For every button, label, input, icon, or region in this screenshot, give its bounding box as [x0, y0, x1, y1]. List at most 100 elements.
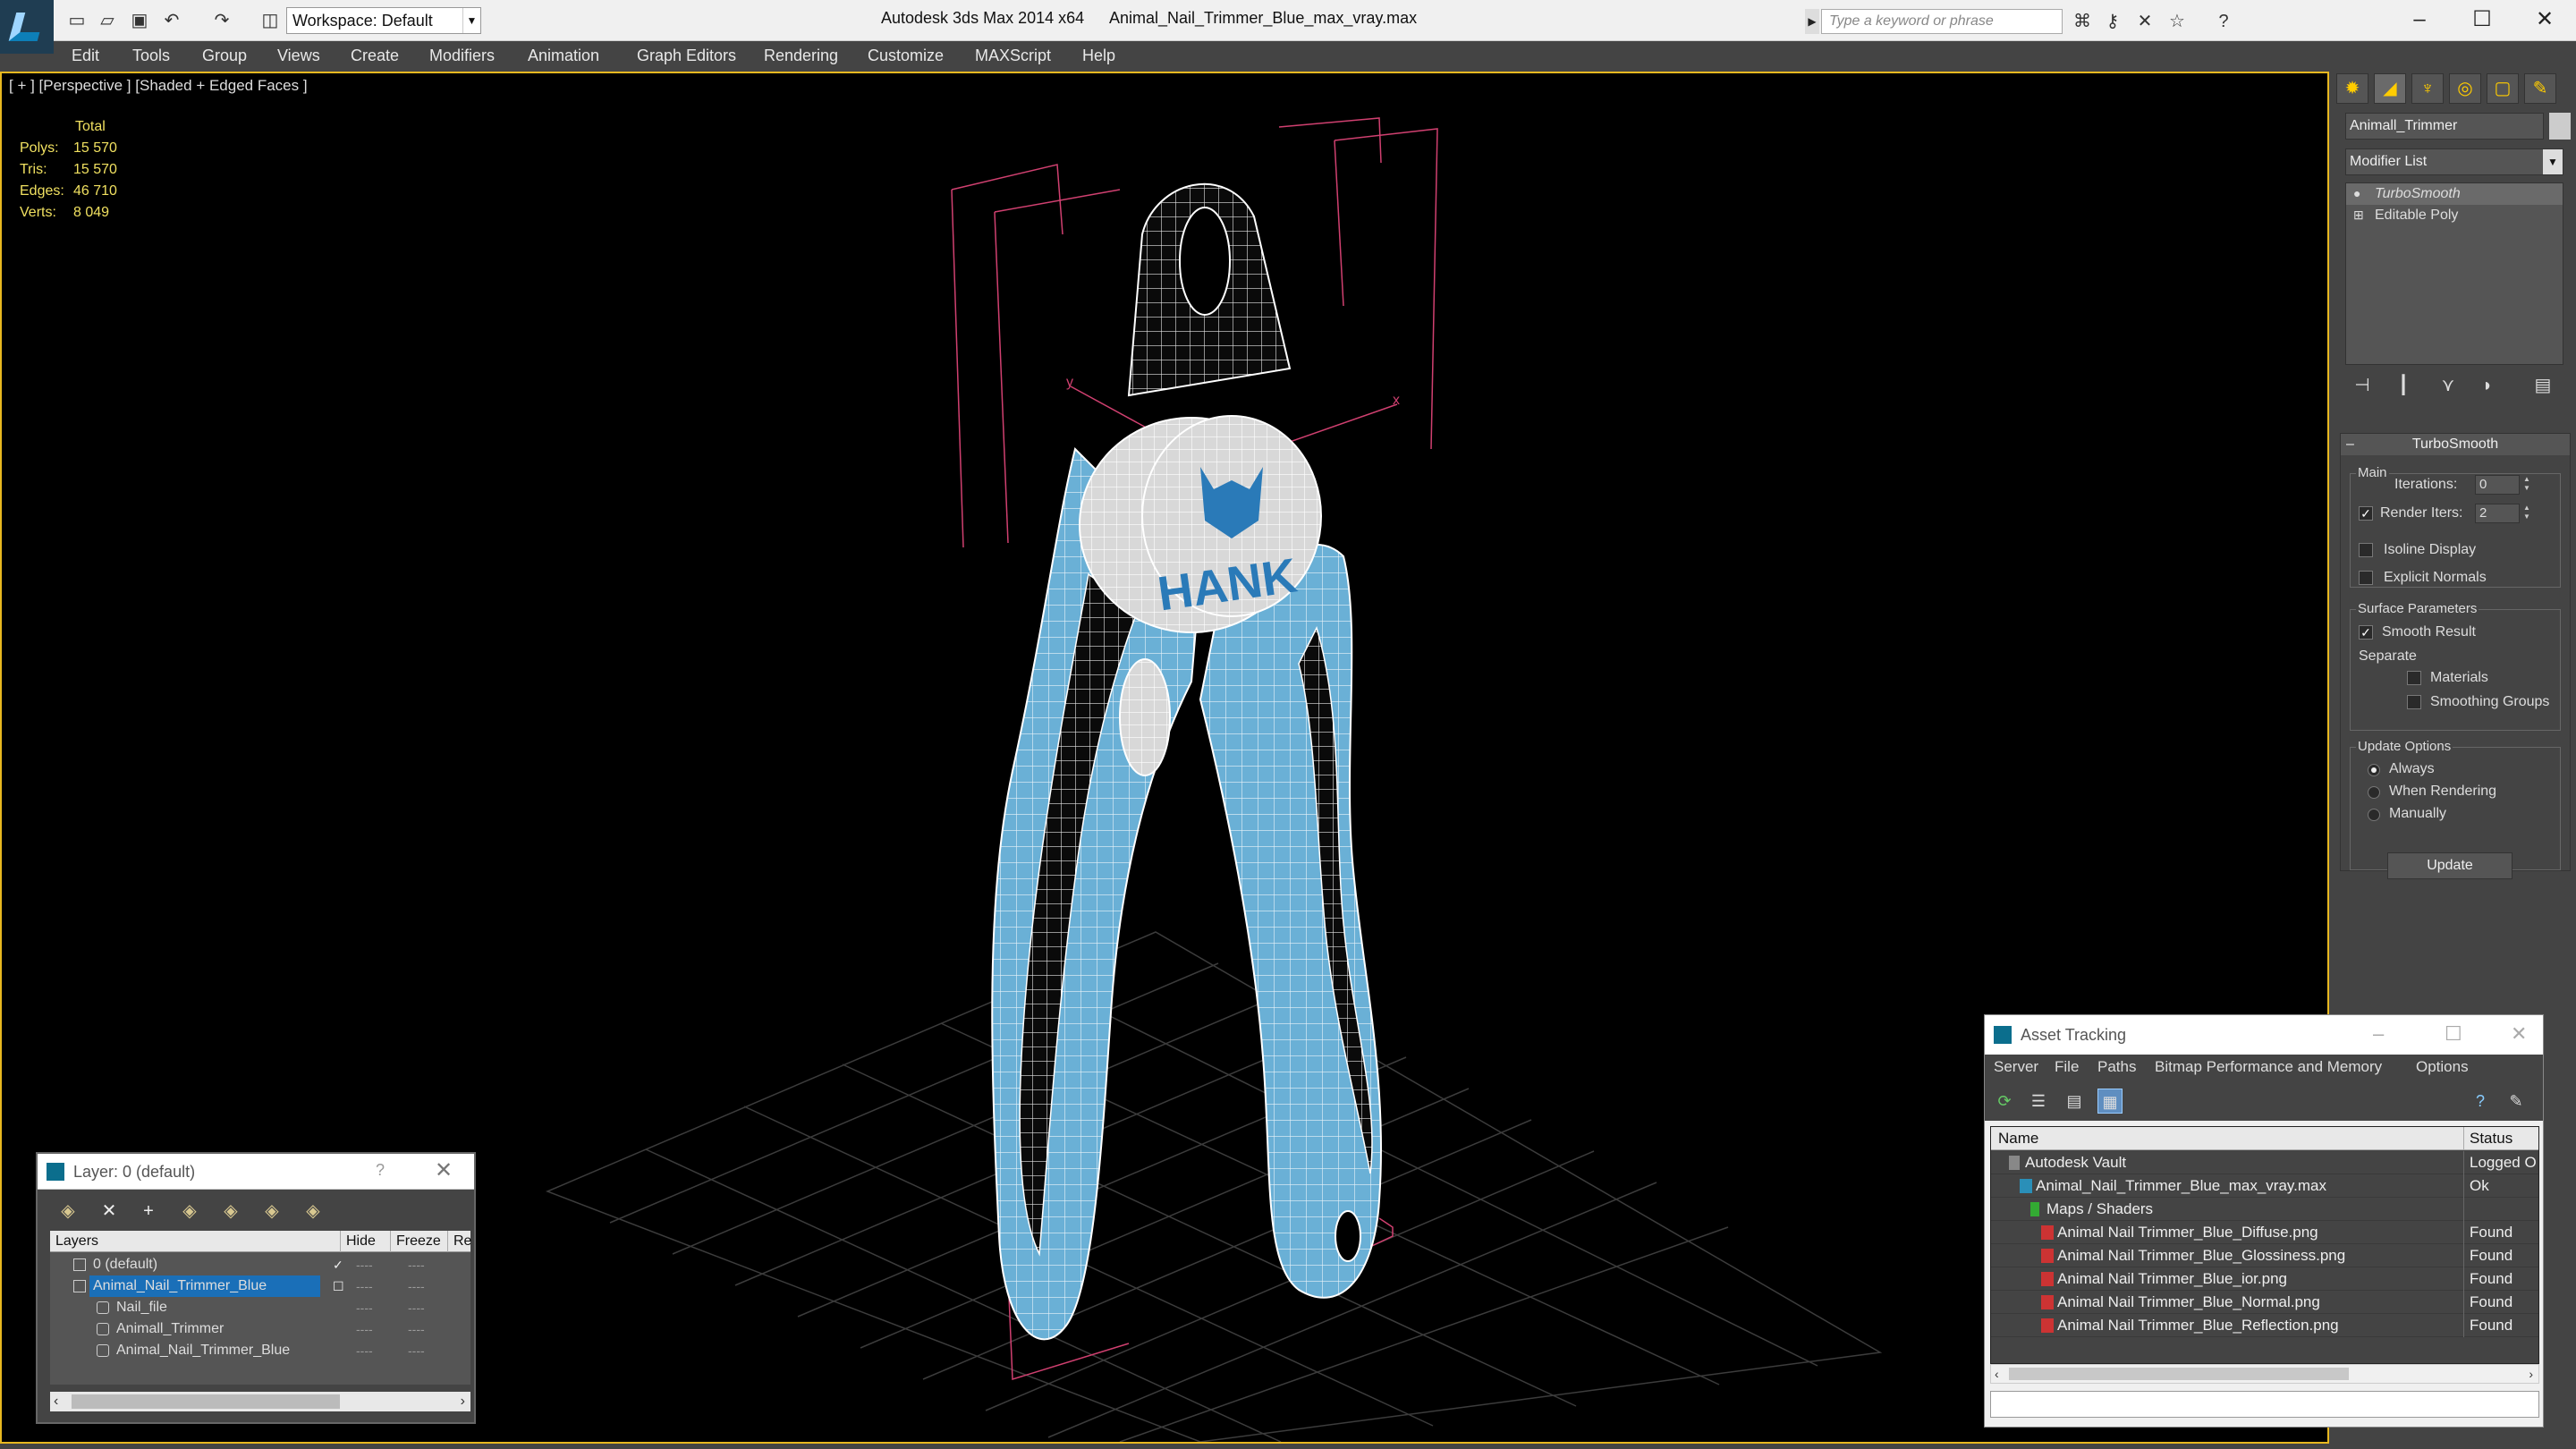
maximize-icon[interactable]: ☐	[2445, 1022, 2462, 1046]
layer-panel-titlebar[interactable]: Layer: 0 (default) ? ✕	[38, 1154, 474, 1190]
project-folder-icon[interactable]: ◫	[259, 10, 281, 31]
hide-toggle[interactable]: ----	[356, 1340, 373, 1361]
update-button[interactable]: Update	[2387, 852, 2512, 879]
freeze-toggle[interactable]: ----	[408, 1297, 425, 1318]
close-button[interactable]: ✕	[2513, 0, 2576, 39]
configure-modifier-sets-icon[interactable]: ▤	[2529, 372, 2556, 399]
scroll-right-icon[interactable]: ›	[461, 1392, 465, 1411]
layer-horizontal-scrollbar[interactable]: ‹ ›	[50, 1392, 470, 1411]
active-layer-check-icon[interactable]: ✓	[333, 1254, 343, 1275]
hierarchy-tab-icon[interactable]: ♆	[2411, 73, 2444, 104]
highlight-layer-icon[interactable]: ◈	[218, 1199, 243, 1224]
smoothing-groups-checkbox[interactable]	[2407, 695, 2421, 709]
help-icon[interactable]: ?	[2468, 1089, 2493, 1114]
object-name-field[interactable]: Animall_Trimmer	[2345, 113, 2544, 140]
column-hide[interactable]: Hide	[340, 1231, 376, 1252]
list-view-icon[interactable]: ☰	[2026, 1089, 2051, 1114]
layer-row[interactable]: Animal_Nail_Trimmer_Blue ---- ----	[50, 1340, 470, 1361]
menu-customize[interactable]: Customize	[868, 47, 944, 65]
spinner-arrows-icon[interactable]: ▲ ▼	[2521, 504, 2532, 523]
column-layers[interactable]: Layers	[50, 1231, 98, 1252]
menu-create[interactable]: Create	[351, 47, 399, 65]
new-file-icon[interactable]: ▭	[66, 10, 88, 31]
scrollbar-thumb[interactable]	[72, 1394, 340, 1409]
table-view-icon[interactable]: ▦	[2097, 1089, 2123, 1114]
menu-animation[interactable]: Animation	[528, 47, 599, 65]
smooth-result-checkbox[interactable]: ✓	[2359, 625, 2373, 640]
lightbulb-icon[interactable]: ●	[2353, 187, 2366, 199]
set-active-icon[interactable]: ☐	[333, 1275, 344, 1297]
menu-server[interactable]: Server	[1994, 1058, 2038, 1076]
menu-bitmap-performance[interactable]: Bitmap Performance and Memory	[2155, 1058, 2382, 1076]
redo-icon[interactable]: ↷	[211, 10, 233, 31]
column-name[interactable]: Name	[1998, 1127, 2038, 1150]
hide-toggle[interactable]: ----	[356, 1275, 373, 1297]
minimize-button[interactable]: –	[2388, 0, 2451, 39]
search-expand-icon[interactable]: ▶	[1805, 9, 1819, 34]
asset-row[interactable]: Maps / Shaders	[1991, 1198, 2538, 1221]
menu-graph-editors[interactable]: Graph Editors	[637, 47, 736, 65]
freeze-all-layers-icon[interactable]: ◈	[301, 1199, 326, 1224]
column-status[interactable]: Status	[2463, 1127, 2512, 1150]
asset-row[interactable]: Autodesk Vault Logged O	[1991, 1151, 2538, 1174]
maximize-button[interactable]: ☐	[2451, 0, 2513, 39]
app-logo-button[interactable]	[0, 0, 54, 54]
show-end-result-icon[interactable]: ┃	[2390, 372, 2417, 399]
search-input[interactable]: Type a keyword or phrase	[1821, 9, 2063, 34]
render-iters-checkbox[interactable]: ✓	[2359, 506, 2373, 521]
menu-maxscript[interactable]: MAXScript	[975, 47, 1051, 65]
display-tab-icon[interactable]: ▢	[2487, 73, 2519, 104]
modifier-list-dropdown[interactable]: Modifier List ▼	[2345, 148, 2563, 175]
workspace-select[interactable]: Workspace: Default ▼	[286, 7, 481, 34]
scroll-left-icon[interactable]: ‹	[1995, 1365, 1999, 1383]
materials-checkbox[interactable]	[2407, 671, 2421, 685]
asset-row[interactable]: Animal Nail Trimmer_Blue_Diffuse.png Fou…	[1991, 1221, 2538, 1244]
menu-paths[interactable]: Paths	[2097, 1058, 2136, 1076]
explicit-normals-checkbox[interactable]	[2359, 571, 2373, 585]
object-color-swatch[interactable]	[2549, 113, 2571, 140]
viewport-label[interactable]: [ + ] [Perspective ] [Shaded + Edged Fac…	[9, 77, 308, 95]
delete-layer-icon[interactable]: ✕	[97, 1199, 122, 1224]
freeze-toggle[interactable]: ----	[408, 1340, 425, 1361]
always-radio[interactable]	[2368, 764, 2380, 776]
layer-row[interactable]: Animal_Nail_Trimmer_Blue ☐ ---- ----	[50, 1275, 470, 1297]
utilities-tab-icon[interactable]: ✎	[2524, 73, 2556, 104]
layer-row[interactable]: Animall_Trimmer ---- ----	[50, 1318, 470, 1340]
modify-tab-icon[interactable]: ◢	[2374, 73, 2406, 104]
stack-item-turbosmooth[interactable]: ● TurboSmooth	[2346, 183, 2563, 205]
asset-horizontal-scrollbar[interactable]: ‹ ›	[1990, 1364, 2539, 1384]
refresh-icon[interactable]: ⟳	[1992, 1089, 2017, 1114]
create-tab-icon[interactable]: ✹	[2336, 73, 2368, 104]
layer-row[interactable]: 0 (default) ✓ ---- ----	[50, 1254, 470, 1275]
isoline-display-checkbox[interactable]	[2359, 543, 2373, 557]
freeze-toggle[interactable]: ----	[408, 1275, 425, 1297]
scrollbar-thumb[interactable]	[2009, 1368, 2349, 1380]
manually-radio[interactable]	[2368, 809, 2380, 821]
menu-views[interactable]: Views	[277, 47, 320, 65]
asset-row[interactable]: Animal_Nail_Trimmer_Blue_max_vray.max Ok	[1991, 1174, 2538, 1198]
close-icon[interactable]: ✕	[2511, 1022, 2527, 1046]
help-button[interactable]: ?	[376, 1161, 385, 1180]
asset-path-field[interactable]	[1990, 1391, 2539, 1418]
menu-help[interactable]: Help	[1082, 47, 1115, 65]
add-to-layer-icon[interactable]: +	[136, 1199, 161, 1224]
asset-tracking-titlebar[interactable]: Asset Tracking – ☐ ✕	[1985, 1015, 2543, 1055]
remove-modifier-icon[interactable]: ◗	[2474, 372, 2501, 399]
menu-file[interactable]: File	[2055, 1058, 2079, 1076]
scroll-left-icon[interactable]: ‹	[54, 1392, 58, 1411]
make-unique-icon[interactable]: ⋎	[2435, 372, 2462, 399]
menu-tools[interactable]: Tools	[132, 47, 170, 65]
favorites-star-icon[interactable]: ☆	[2166, 11, 2188, 32]
select-objects-icon[interactable]: ◈	[177, 1199, 202, 1224]
render-iters-spinner[interactable]: 2	[2475, 504, 2520, 523]
motion-tab-icon[interactable]: ◎	[2449, 73, 2481, 104]
save-file-icon[interactable]: ▣	[129, 10, 150, 31]
expand-plus-icon[interactable]: ⊞	[2353, 208, 2366, 221]
spinner-arrows-icon[interactable]: ▲ ▼	[2521, 475, 2532, 495]
menu-rendering[interactable]: Rendering	[764, 47, 838, 65]
open-file-icon[interactable]: ▱	[97, 10, 118, 31]
hide-all-layers-icon[interactable]: ◈	[259, 1199, 284, 1224]
highlight-icon[interactable]: ✎	[2504, 1089, 2529, 1114]
create-layer-icon[interactable]: ◈	[55, 1199, 80, 1224]
when-rendering-radio[interactable]	[2368, 786, 2380, 799]
